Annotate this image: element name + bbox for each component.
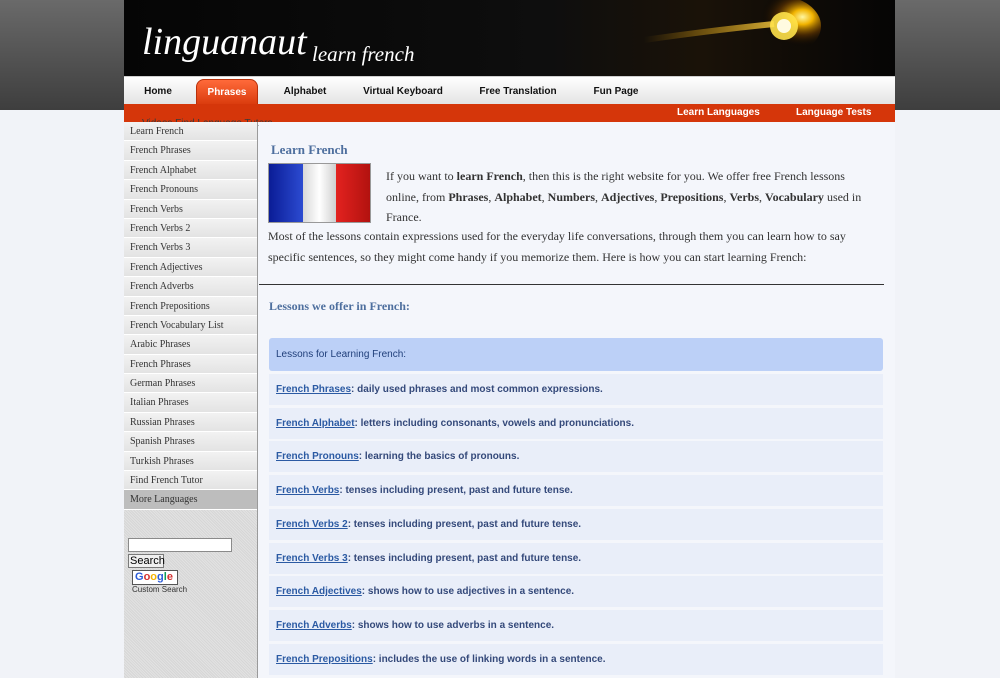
nav-phrases[interactable]: Phrases	[196, 79, 258, 105]
main-content: Learn French If you want to learn French…	[259, 122, 884, 678]
page-title: Learn French	[271, 142, 348, 157]
lesson-row: French Adverbs: shows how to use adverbs…	[269, 609, 883, 641]
page-wrapper: linguanaut learn french Home Phrases Alp…	[124, 0, 895, 678]
lesson-link[interactable]: French Pronouns	[276, 451, 359, 462]
lesson-row: French Pronouns: learning the basics of …	[269, 441, 883, 473]
subnav-learn-languages[interactable]: Learn Languages	[677, 104, 760, 122]
sidebar-item[interactable]: Find French Tutor	[124, 471, 257, 491]
lessons-table-header: Lessons for Learning French:	[269, 338, 883, 371]
sidebar-item[interactable]: Italian Phrases	[124, 393, 257, 413]
sidebar: Learn French French Phrases French Alphabe…	[124, 122, 258, 678]
intro-paragraph: If you want to learn French, then this i…	[386, 169, 862, 224]
lesson-link[interactable]: French Phrases	[276, 384, 351, 395]
sidebar-item[interactable]: Learn French	[124, 122, 257, 142]
lesson-description: : includes the use of linking words in a…	[372, 653, 606, 665]
lessons-heading: Lessons we offer in French:	[269, 299, 410, 313]
sidebar-item[interactable]: French Phrases	[124, 354, 257, 375]
lesson-description: : letters including consonants, vowels a…	[354, 417, 635, 429]
lesson-link[interactable]: French Verbs	[276, 485, 339, 496]
sidebar-item[interactable]: Spanish Phrases	[124, 432, 257, 452]
site-header: linguanaut learn french	[124, 0, 895, 76]
sidebar-item[interactable]: French Verbs	[124, 199, 257, 219]
sidebar-menu: Learn French French Phrases French Alphabe…	[124, 122, 257, 510]
main-nav: Home Phrases Alphabet Virtual Keyboard F…	[124, 76, 895, 105]
lesson-description: : daily used phrases and most common exp…	[351, 384, 603, 395]
lesson-description: : learning the basics of pronouns.	[358, 451, 520, 463]
lesson-description: : tenses including present, past and fut…	[339, 485, 573, 497]
sidebar-item[interactable]: French Adjectives	[124, 257, 257, 278]
nav-home[interactable]: Home	[132, 77, 184, 105]
lesson-row: French Alphabet: letters including conso…	[269, 407, 883, 439]
sidebar-item[interactable]: Russian Phrases	[124, 412, 257, 433]
search-input[interactable]	[128, 538, 232, 552]
lesson-row: French Adjectives: shows how to use adje…	[269, 576, 883, 608]
lesson-link[interactable]: French Verbs 3	[276, 553, 348, 564]
nav-free-translation[interactable]: Free Translation	[466, 77, 570, 105]
sidebar-item[interactable]: French Pronouns	[124, 180, 257, 200]
sidebar-item[interactable]: French Alphabet	[124, 160, 257, 181]
sidebar-item[interactable]: French Vocabulary List	[124, 315, 257, 336]
nav-fun-page[interactable]: Fun Page	[582, 77, 650, 105]
lesson-link[interactable]: French Alphabet	[276, 418, 355, 429]
lesson-row: French Verbs: tenses including present, …	[269, 475, 883, 507]
lesson-description: : tenses including present, past and fut…	[347, 518, 582, 530]
lesson-row: French Phrases: daily used phrases and m…	[269, 374, 883, 405]
google-logo-icon: Google	[132, 570, 178, 585]
lesson-row: French Verbs 2: tenses including present…	[269, 508, 883, 540]
sidebar-item[interactable]: French Phrases	[124, 141, 257, 161]
sidebar-item[interactable]: German Phrases	[124, 374, 257, 394]
sidebar-item[interactable]: French Verbs 3	[124, 238, 257, 258]
sidebar-item[interactable]: More Languages	[124, 490, 257, 510]
intro-paragraph-2: Most of the lessons contain expressions …	[268, 229, 846, 264]
comet-glow-icon	[643, 0, 821, 56]
divider	[259, 284, 884, 285]
search-button[interactable]: Search	[128, 554, 165, 568]
lesson-link[interactable]: French Adjectives	[276, 586, 362, 597]
nav-virtual-keyboard[interactable]: Virtual Keyboard	[352, 77, 454, 105]
lesson-link[interactable]: French Verbs 2	[276, 519, 348, 530]
lesson-row: French Prepositions: includes the use of…	[269, 643, 883, 675]
sidebar-item[interactable]: French Adverbs	[124, 277, 257, 297]
sidebar-item[interactable]: French Prepositions	[124, 296, 257, 316]
sidebar-item[interactable]: Turkish Phrases	[124, 451, 257, 472]
site-tagline: learn french	[312, 42, 415, 66]
subnav-language-tests[interactable]: Language Tests	[796, 104, 871, 122]
sidebar-item[interactable]: French Verbs 2	[124, 218, 257, 239]
sidebar-item[interactable]: Arabic Phrases	[124, 335, 257, 355]
lesson-description: : shows how to use adverbs in a sentence…	[351, 619, 555, 631]
site-logo[interactable]: linguanaut	[142, 20, 307, 64]
french-flag-image	[268, 163, 371, 223]
lesson-row: French Verbs 3: tenses including present…	[269, 542, 883, 574]
nav-alphabet[interactable]: Alphabet	[270, 77, 340, 105]
lesson-description: : shows how to use adjectives in a sente…	[361, 586, 575, 598]
custom-search-label: Custom Search	[132, 585, 188, 594]
lesson-link[interactable]: French Adverbs	[276, 620, 352, 631]
lesson-description: : tenses including present, past and fut…	[347, 552, 582, 564]
lesson-link[interactable]: French Prepositions	[276, 654, 373, 665]
sub-nav: Learn Languages Language Tests Videos Fi…	[124, 104, 895, 126]
